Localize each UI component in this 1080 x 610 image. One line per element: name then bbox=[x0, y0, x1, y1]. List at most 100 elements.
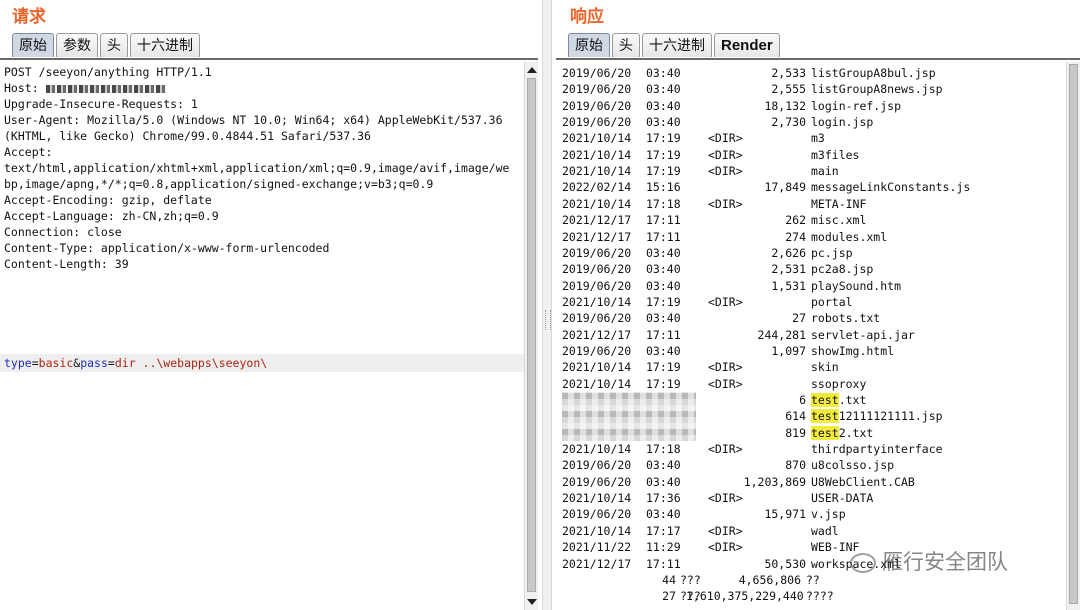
entry-date: 2022/02/14 bbox=[562, 180, 632, 195]
header-line: Accept: bbox=[4, 145, 53, 159]
entry-time: 03:40 bbox=[646, 311, 681, 326]
summary-count: 44 bbox=[662, 572, 676, 587]
entry-time: 17:11 bbox=[646, 229, 681, 244]
request-scrollbar[interactable] bbox=[524, 62, 538, 610]
entry-date: 2019/06/20 bbox=[562, 278, 632, 293]
listing-row: 2019/06/20 03:40 18,132 login-ref.jsp bbox=[556, 98, 1064, 114]
request-pane: 请求 原始 参数 头 十六进制 POST /seeyon/anything HT… bbox=[0, 0, 540, 610]
response-viewer[interactable]: 2019/06/20 03:40 2,533 listGroupA8bul.jsp 20… bbox=[556, 62, 1064, 610]
summary-unit: ?? bbox=[806, 572, 820, 587]
search-highlight: test bbox=[811, 393, 839, 407]
entry-dir-tag: <DIR> bbox=[708, 523, 743, 538]
entry-dir-tag: <DIR> bbox=[708, 442, 743, 457]
listing-row: 2021/12/17 17:11 244,281 servlet-api.jar bbox=[556, 327, 1064, 343]
listing-row: 2021/10/14 17:19 <DIR> portal bbox=[556, 294, 1064, 310]
summary-size: 4,656,806 bbox=[738, 572, 801, 587]
entry-name-rest: .txt bbox=[838, 393, 867, 407]
header-line: (KHTML, like Gecko) Chrome/99.0.4844.51 … bbox=[4, 129, 371, 143]
listing-row: 2021/10/14 17:36 <DIR> USER-DATA bbox=[556, 490, 1064, 506]
entry-date: 2019/06/20 bbox=[562, 98, 632, 113]
listing-row: 2019/06/20 03:40 1,203,869 U8WebClient.CAB bbox=[556, 474, 1064, 490]
entry-time: 17:36 bbox=[646, 491, 681, 506]
param-eq: = bbox=[107, 356, 115, 370]
entry-date: 2021/10/14 bbox=[562, 376, 632, 391]
watermark-text: 雁行安全团队 bbox=[882, 550, 1008, 574]
host-label: Host: bbox=[4, 81, 46, 95]
entry-dir-tag: <DIR> bbox=[708, 147, 743, 162]
response-tab-raw[interactable]: 原始 bbox=[568, 33, 610, 57]
listing-row: 2021/10/14 17:19 <DIR> ssoproxy bbox=[556, 376, 1064, 392]
response-tab-headers[interactable]: 头 bbox=[612, 33, 640, 57]
entry-time: 03:40 bbox=[646, 82, 681, 97]
entry-name: v.jsp bbox=[811, 507, 846, 522]
header-line: Accept-Encoding: gzip, deflate bbox=[4, 193, 212, 207]
request-tab-params[interactable]: 参数 bbox=[56, 33, 98, 57]
entry-date: 2021/10/14 bbox=[562, 147, 632, 162]
entry-time: 03:40 bbox=[646, 98, 681, 113]
request-body: type=basic&pass=dir ..\webapps\seeyon\ bbox=[4, 355, 267, 371]
host-header: Host: bbox=[4, 80, 166, 96]
request-tab-raw[interactable]: 原始 bbox=[12, 33, 54, 57]
listing-row: 2019/06/20 03:40 2,531 pc2a8.jsp bbox=[556, 261, 1064, 277]
entry-time: 03:40 bbox=[646, 66, 681, 80]
entry-time: 17:19 bbox=[646, 360, 681, 375]
entry-name: playSound.htm bbox=[811, 278, 902, 293]
entry-size: 2,555 bbox=[771, 82, 806, 97]
request-editor[interactable]: POST /seeyon/anything HTTP/1.1 Host: Upg… bbox=[0, 62, 524, 610]
listing-row: 2019/06/20 03:40 870 u8colsso.jsp bbox=[556, 457, 1064, 473]
response-tab-hex[interactable]: 十六进制 bbox=[642, 33, 712, 57]
summary-unit: ???? bbox=[806, 589, 834, 604]
header-line: Content-Length: 39 bbox=[4, 257, 129, 271]
entry-name: messageLinkConstants.js bbox=[811, 180, 971, 195]
response-tab-render[interactable]: Render bbox=[714, 33, 780, 57]
entry-dir-tag: <DIR> bbox=[708, 164, 743, 179]
entry-name: showImg.html bbox=[811, 343, 895, 358]
entry-date: 2021/10/14 bbox=[562, 164, 632, 179]
scroll-thumb[interactable] bbox=[1069, 64, 1078, 604]
param-value: dir ..\webapps\seeyon\ bbox=[114, 356, 268, 370]
entry-time: 03:40 bbox=[646, 507, 681, 522]
listing-row: 2021/12/17 17:11 274 modules.xml bbox=[556, 229, 1064, 245]
request-tab-headers[interactable]: 头 bbox=[100, 33, 128, 57]
entry-name: META-INF bbox=[811, 196, 867, 211]
entry-size: 6 bbox=[799, 393, 806, 407]
request-tab-hex[interactable]: 十六进制 bbox=[130, 33, 200, 57]
grip-icon bbox=[545, 310, 551, 330]
param-eq: = bbox=[31, 356, 39, 370]
entry-date: 2019/06/20 bbox=[562, 458, 632, 473]
scroll-thumb[interactable] bbox=[527, 78, 536, 592]
entry-name: U8WebClient.CAB bbox=[811, 474, 915, 489]
entry-size: 18,132 bbox=[764, 98, 806, 113]
scroll-down-icon[interactable] bbox=[527, 599, 537, 605]
listing-row: 2019/06/20 03:40 1,531 playSound.htm bbox=[556, 278, 1064, 294]
entry-dir-tag: <DIR> bbox=[708, 131, 743, 146]
listing-row: 2021/10/14 17:19 <DIR> main bbox=[556, 163, 1064, 179]
entry-dir-tag: <DIR> bbox=[708, 540, 743, 555]
entry-name: main bbox=[811, 164, 839, 179]
watermark: 雁行安全团队 bbox=[850, 546, 1008, 576]
scroll-up-icon[interactable] bbox=[527, 67, 537, 73]
header-line: text/html,application/xhtml+xml,applicat… bbox=[4, 161, 510, 175]
listing-row: 2019/06/20 03:40 2,555 listGroupA8news.jsp bbox=[556, 81, 1064, 97]
entry-name-rest: 12111121111.jsp bbox=[838, 409, 943, 424]
entry-date: 2019/06/20 bbox=[562, 66, 632, 80]
listing-row: 2021/10/14 17:17 <DIR> wadl bbox=[556, 523, 1064, 539]
entry-name: listGroupA8news.jsp bbox=[811, 82, 943, 97]
entry-dir-tag: <DIR> bbox=[708, 196, 743, 211]
entry-time: 17:19 bbox=[646, 164, 681, 179]
entry-size: 1,097 bbox=[771, 343, 806, 358]
entry-time: 03:40 bbox=[646, 278, 681, 293]
entry-size: 17,849 bbox=[764, 180, 806, 195]
response-scrollbar[interactable] bbox=[1066, 62, 1080, 610]
header-line: bp,image/apng,*/*;q=0.8,application/sign… bbox=[4, 177, 434, 191]
entry-date: 2019/06/20 bbox=[562, 82, 632, 97]
entry-size: 1,531 bbox=[771, 278, 806, 293]
entry-date: 2021/10/14 bbox=[562, 196, 632, 211]
entry-date: 2019/06/20 bbox=[562, 311, 632, 326]
entry-name: u8colsso.jsp bbox=[811, 458, 895, 473]
response-title: 响应 bbox=[570, 7, 604, 27]
pane-splitter[interactable] bbox=[542, 0, 552, 610]
header-line: Connection: close bbox=[4, 225, 122, 239]
entry-size: 2,531 bbox=[771, 262, 806, 277]
listing-row: 2021/10/14 17:18 <DIR> META-INF bbox=[556, 196, 1064, 212]
